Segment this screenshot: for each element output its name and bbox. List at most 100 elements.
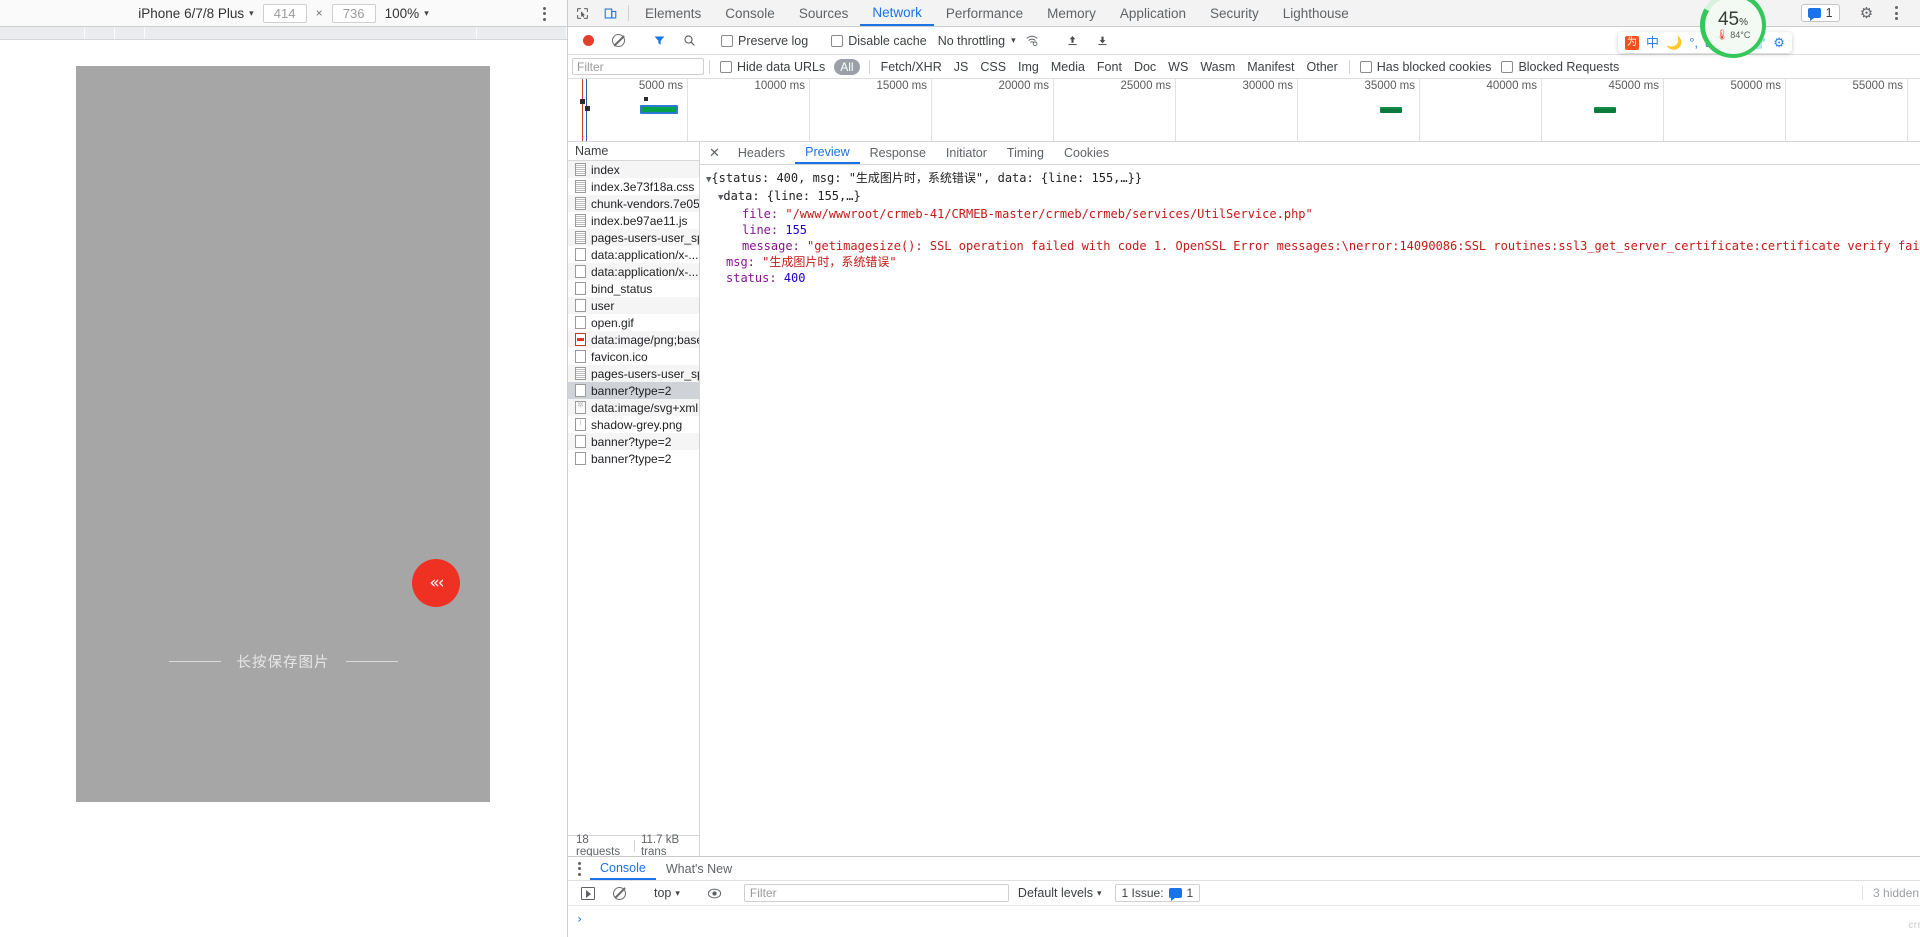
gear-icon[interactable]: ⚙: [1853, 4, 1881, 22]
console-levels-selector[interactable]: Default levels ▾: [1012, 886, 1108, 900]
import-har-icon[interactable]: [1059, 34, 1087, 47]
overview-tick: 55000 ms: [1852, 80, 1903, 92]
table-row[interactable]: open.gif: [568, 314, 699, 331]
request-name: banner?type=2: [591, 383, 672, 398]
kebab-menu-icon[interactable]: [568, 857, 590, 880]
json-data-text: data: {line: 155,…}: [723, 189, 861, 203]
hide-data-urls-checkbox[interactable]: Hide data URLs: [715, 60, 830, 74]
inspect-element-icon[interactable]: [568, 0, 596, 26]
floating-action-button[interactable]: «‹: [412, 559, 460, 607]
tab-memory[interactable]: Memory: [1035, 0, 1108, 26]
execute-sidebar-icon[interactable]: [574, 886, 602, 900]
console-filter-input[interactable]: [743, 884, 1009, 902]
filter-type-fetch-xhr[interactable]: Fetch/XHR: [875, 60, 948, 74]
table-row[interactable]: favicon.ico: [568, 348, 699, 365]
filter-type-img[interactable]: Img: [1012, 60, 1045, 74]
tab-application[interactable]: Application: [1108, 0, 1198, 26]
has-blocked-cookies-checkbox[interactable]: Has blocked cookies: [1355, 60, 1497, 74]
issues-badge[interactable]: 1: [1800, 4, 1840, 22]
network-overview-timeline[interactable]: 5000 ms 10000 ms 15000 ms 20000 ms 25000…: [568, 79, 1920, 142]
request-list-pane: Name index index.3e73f18a.css chunk-vend…: [568, 142, 700, 858]
table-row[interactable]: user: [568, 297, 699, 314]
close-icon[interactable]: ✕: [1913, 4, 1920, 22]
search-icon[interactable]: [675, 34, 703, 47]
json-root-line[interactable]: ▼{status: 400, msg: "生成图片时，系统错误", data: …: [700, 170, 1920, 188]
device-width-input[interactable]: 414: [262, 3, 307, 23]
table-row[interactable]: index: [568, 161, 699, 178]
live-expression-icon[interactable]: [701, 887, 729, 900]
filter-type-manifest[interactable]: Manifest: [1241, 60, 1300, 74]
console-output[interactable]: ›: [568, 906, 1920, 937]
tab-response[interactable]: Response: [860, 142, 936, 164]
system-monitor-overlay[interactable]: 45% 🌡 84°C: [1700, 0, 1766, 58]
export-har-icon[interactable]: [1089, 34, 1117, 47]
kebab-menu-icon[interactable]: [1883, 6, 1911, 20]
filter-type-all[interactable]: All: [834, 58, 860, 75]
table-row[interactable]: banner?type=2: [568, 450, 699, 467]
clear-console-icon[interactable]: [605, 886, 633, 900]
request-list-header[interactable]: Name: [568, 142, 699, 161]
tab-preview[interactable]: Preview: [795, 142, 860, 164]
tab-security[interactable]: Security: [1198, 0, 1271, 26]
filter-type-doc[interactable]: Doc: [1128, 60, 1162, 74]
device-toolbar-icon[interactable]: [596, 0, 624, 26]
json-data-line[interactable]: ▼data: {line: 155,…}: [700, 188, 1920, 206]
disable-cache-checkbox[interactable]: Disable cache: [826, 34, 932, 48]
request-name: open.gif: [591, 315, 634, 330]
table-row[interactable]: data:image/png;base...: [568, 331, 699, 348]
punctuation-icon[interactable]: °,: [1689, 36, 1698, 49]
table-row[interactable]: bind_status: [568, 280, 699, 297]
table-row[interactable]: pages-users-user_spre...: [568, 365, 699, 382]
zoom-level-label: 100%: [384, 5, 420, 21]
table-row[interactable]: index.3e73f18a.css: [568, 178, 699, 195]
device-height-input[interactable]: 736: [331, 3, 376, 23]
close-icon[interactable]: ✕: [700, 142, 728, 164]
tab-performance[interactable]: Performance: [934, 0, 1035, 26]
cpu-percent-number: 45: [1717, 8, 1740, 30]
tab-elements[interactable]: Elements: [633, 0, 713, 26]
filter-type-js[interactable]: JS: [948, 60, 975, 74]
preserve-log-checkbox[interactable]: Preserve log: [716, 34, 813, 48]
network-filter-input[interactable]: [572, 58, 704, 75]
sogou-input-icon[interactable]: 为: [1625, 35, 1639, 50]
chinese-mode-icon[interactable]: 中: [1646, 36, 1659, 49]
filter-type-ws[interactable]: WS: [1162, 60, 1194, 74]
tab-network[interactable]: Network: [860, 0, 934, 26]
funnel-icon[interactable]: [645, 34, 673, 47]
filter-type-wasm[interactable]: Wasm: [1194, 60, 1241, 74]
tab-console[interactable]: Console: [713, 0, 787, 26]
throttling-selector[interactable]: No throttling ▾: [934, 34, 1016, 48]
table-row[interactable]: index.be97ae11.js: [568, 212, 699, 229]
tab-whats-new[interactable]: What's New: [656, 857, 742, 880]
filter-type-font[interactable]: Font: [1091, 60, 1128, 74]
tab-initiator[interactable]: Initiator: [936, 142, 997, 164]
table-row-selected[interactable]: banner?type=2: [568, 382, 699, 399]
device-options-menu-icon[interactable]: [535, 4, 553, 23]
moon-icon[interactable]: 🌙: [1666, 36, 1682, 49]
tab-sources[interactable]: Sources: [787, 0, 861, 26]
record-stop-icon[interactable]: [574, 35, 602, 46]
tab-headers[interactable]: Headers: [728, 142, 795, 164]
filter-type-other[interactable]: Other: [1301, 60, 1344, 74]
tab-lighthouse[interactable]: Lighthouse: [1271, 0, 1361, 26]
table-row[interactable]: chunk-vendors.7e0522...: [568, 195, 699, 212]
device-selector[interactable]: iPhone 6/7/8 Plus ▾: [138, 6, 253, 21]
filter-type-css[interactable]: CSS: [974, 60, 1012, 74]
network-conditions-icon[interactable]: [1018, 34, 1046, 47]
settings-gear-icon[interactable]: ⚙: [1773, 36, 1785, 49]
zoom-selector[interactable]: 100% ▾: [385, 6, 429, 21]
clear-icon[interactable]: [604, 34, 632, 47]
table-row[interactable]: pages-users-user_spre...: [568, 229, 699, 246]
filter-type-media[interactable]: Media: [1045, 60, 1091, 74]
tab-console-drawer[interactable]: Console: [590, 857, 656, 880]
table-row[interactable]: data:image/svg+xml;...: [568, 399, 699, 416]
blocked-requests-checkbox[interactable]: Blocked Requests: [1496, 60, 1624, 74]
tab-timing[interactable]: Timing: [997, 142, 1054, 164]
console-issue-badge[interactable]: 1 Issue: 1: [1114, 884, 1201, 902]
table-row[interactable]: banner?type=2: [568, 433, 699, 450]
table-row[interactable]: shadow-grey.png: [568, 416, 699, 433]
console-context-selector[interactable]: top ▾: [648, 886, 686, 900]
table-row[interactable]: data:application/x-...: [568, 263, 699, 280]
table-row[interactable]: data:application/x-...: [568, 246, 699, 263]
tab-cookies[interactable]: Cookies: [1054, 142, 1119, 164]
